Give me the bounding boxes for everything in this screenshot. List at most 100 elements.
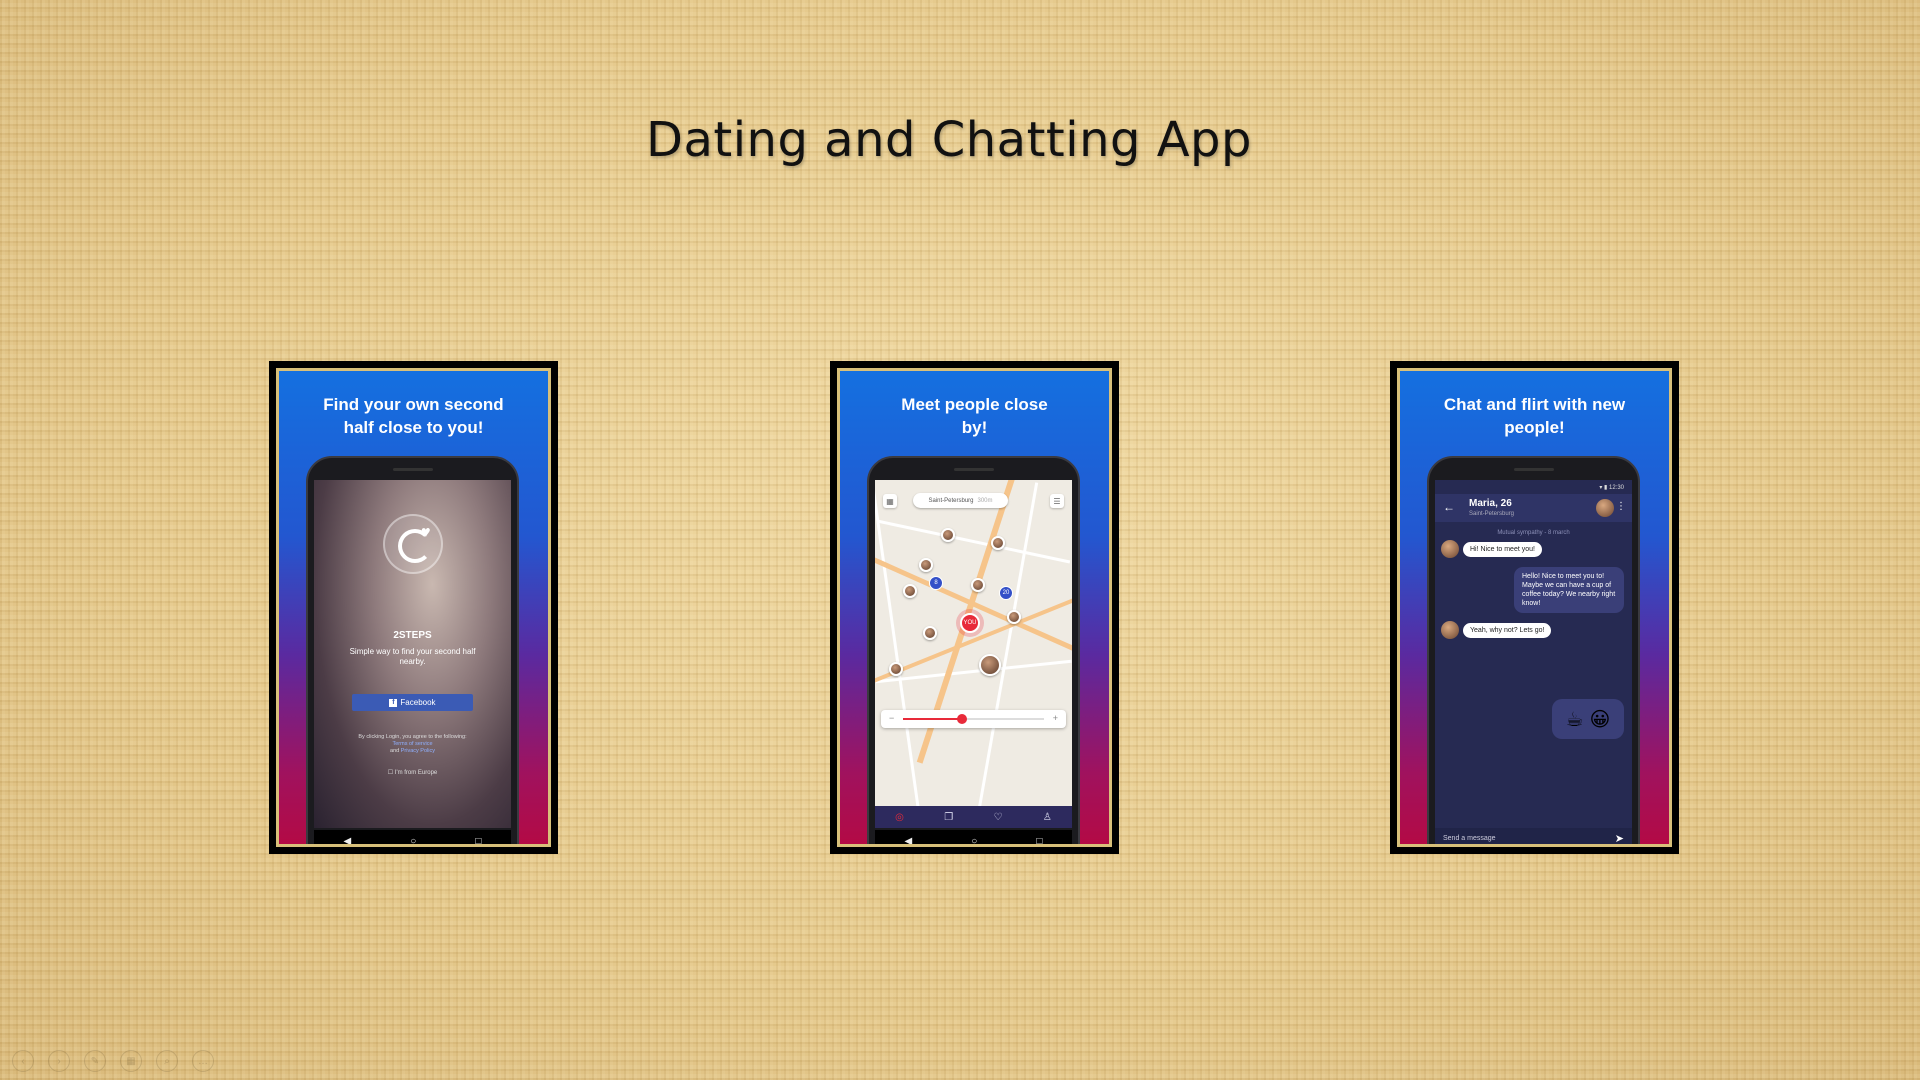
filter-icon[interactable]: ☰	[1050, 494, 1064, 508]
user-pin[interactable]	[919, 558, 933, 572]
profile-tab-icon[interactable]: ♙	[1043, 812, 1052, 823]
heart-icon: ♥	[421, 524, 431, 541]
outgoing-message: Hello! Nice to meet you to! Maybe we can…	[1514, 567, 1624, 613]
emoji-message: ☕ 😀	[1552, 699, 1624, 739]
more-options-icon[interactable]: …	[192, 1050, 214, 1072]
battery-icon: ▮	[1604, 485, 1608, 491]
login-screen: ♥ 2STEPS Simple way to find your second …	[314, 480, 511, 828]
wifi-icon: ▾	[1599, 485, 1603, 491]
day-separator: Mutual sympathy - 8 march	[1497, 530, 1570, 536]
screenshot-panel-login: Find your own second half close to you! …	[269, 361, 558, 854]
map-street	[974, 482, 1039, 826]
panel-heading: Chat and flirt with new people!	[1443, 395, 1626, 437]
europe-checkbox[interactable]: ☐ I'm from Europe	[314, 769, 511, 776]
city-distance: 300m	[977, 497, 993, 504]
home-nav-icon[interactable]: ○	[971, 836, 977, 845]
map-street	[875, 481, 923, 827]
chat-tab-icon[interactable]: ♡	[994, 812, 1003, 823]
zoom-icon[interactable]: ⌕	[156, 1050, 178, 1072]
facebook-icon: f	[389, 698, 398, 707]
incoming-message: Hi! Nice to meet you!	[1463, 542, 1542, 557]
app-logo-icon: ♥	[382, 514, 443, 574]
city-selector[interactable]: Saint-Petersburg 300m	[913, 493, 1008, 508]
panel-heading: Find your own second half close to you!	[323, 395, 504, 437]
phone-mockup: ♥ 2STEPS Simple way to find your second …	[306, 456, 519, 845]
user-pin[interactable]	[941, 528, 955, 542]
coffee-emoji: ☕	[1565, 708, 1584, 731]
avatar[interactable]	[1596, 499, 1614, 517]
previous-slide-icon[interactable]: ‹	[12, 1050, 34, 1072]
map-screen: ▦ Saint-Petersburg 300m ☰ 8 20 YOU − + ◎…	[875, 480, 1072, 828]
app-brand-name: 2STEPS	[393, 630, 432, 641]
send-icon[interactable]: ➤	[1615, 832, 1624, 844]
cards-tab-icon[interactable]: ❐	[944, 812, 953, 823]
back-nav-icon[interactable]: ◀	[905, 836, 913, 845]
phone-mockup: ▾ ▮ 12:30 ← Maria, 26 Saint-Petersburg ⋮…	[1427, 456, 1640, 844]
incoming-message: Yeah, why not? Lets go!	[1463, 623, 1552, 638]
user-pin[interactable]	[971, 578, 985, 592]
android-nav-bar: ◀ ○ □	[314, 830, 511, 845]
avatar	[1441, 540, 1459, 558]
terms-link[interactable]: Terms of service	[328, 741, 497, 748]
current-location-pin[interactable]: YOU	[960, 613, 980, 633]
slider-track[interactable]	[903, 714, 1044, 724]
next-slide-icon[interactable]: ›	[48, 1050, 70, 1072]
app-tagline: Simple way to find your second half near…	[349, 647, 476, 666]
avatar	[1441, 621, 1459, 639]
grid-view-icon[interactable]: ▦	[883, 494, 897, 508]
chat-header: ← Maria, 26 Saint-Petersburg ⋮	[1435, 494, 1632, 522]
app-tab-bar: ◎ ❐ ♡ ♙	[875, 806, 1072, 828]
user-pin[interactable]	[991, 536, 1005, 550]
legal-notice: By clicking Login, you agree to the foll…	[328, 734, 497, 755]
chat-screen: ▾ ▮ 12:30 ← Maria, 26 Saint-Petersburg ⋮…	[1435, 480, 1632, 844]
recent-nav-icon[interactable]: □	[475, 836, 481, 845]
slider-fill	[903, 718, 963, 720]
smile-emoji: 😀	[1589, 708, 1611, 731]
facebook-button-label: Facebook	[400, 698, 436, 707]
phone-speaker	[953, 468, 994, 471]
map-road	[875, 553, 1072, 652]
zoom-minus-icon[interactable]: −	[889, 713, 894, 723]
phone-mockup: ▦ Saint-Petersburg 300m ☰ 8 20 YOU − + ◎…	[867, 456, 1080, 845]
screenshot-panel-map: Meet people close by! ▦ Saint-Petersburg…	[830, 361, 1119, 854]
radar-tab-icon[interactable]: ◎	[895, 812, 904, 823]
more-options-icon[interactable]: ⋮	[1616, 501, 1626, 512]
message-composer: Send a message ➤	[1435, 828, 1632, 844]
phone-speaker	[392, 468, 433, 471]
back-arrow-icon[interactable]: ←	[1443, 500, 1455, 514]
user-pin[interactable]	[903, 584, 917, 598]
panel-gradient-background: Find your own second half close to you! …	[276, 368, 551, 847]
privacy-link[interactable]: Privacy Policy	[401, 748, 435, 754]
user-pin[interactable]	[889, 662, 903, 676]
slider-knob[interactable]	[957, 714, 968, 724]
europe-checkbox-label: I'm from Europe	[394, 770, 438, 776]
recent-nav-icon[interactable]: □	[1036, 836, 1042, 845]
user-pin[interactable]	[979, 654, 1001, 676]
message-input[interactable]: Send a message	[1443, 835, 1496, 842]
facebook-login-button[interactable]: f Facebook	[352, 694, 473, 711]
cluster-pin[interactable]: 8	[929, 576, 943, 590]
cluster-pin[interactable]: 20	[999, 586, 1013, 600]
panel-gradient-background: Chat and flirt with new people! ▾ ▮ 12:3…	[1397, 368, 1672, 847]
home-nav-icon[interactable]: ○	[410, 836, 416, 845]
panel-heading: Meet people close by!	[901, 395, 1048, 437]
city-name: Saint-Petersburg	[928, 497, 974, 504]
distance-slider[interactable]: − +	[881, 710, 1066, 728]
status-bar: ▾ ▮ 12:30	[1599, 484, 1624, 491]
zoom-plus-icon[interactable]: +	[1053, 713, 1058, 723]
android-nav-bar: ◀ ○ □	[875, 830, 1072, 845]
legal-text: By clicking Login, you agree to the foll…	[358, 734, 467, 740]
phone-speaker	[1513, 468, 1554, 471]
user-pin[interactable]	[923, 626, 937, 640]
checkbox-icon: ☐	[387, 770, 394, 776]
panel-gradient-background: Meet people close by! ▦ Saint-Petersburg…	[837, 368, 1112, 847]
pen-icon[interactable]: ✎	[84, 1050, 106, 1072]
slides-grid-icon[interactable]: ▦	[120, 1050, 142, 1072]
user-pin[interactable]	[1007, 610, 1021, 624]
back-nav-icon[interactable]: ◀	[344, 836, 352, 845]
map-street	[875, 659, 1072, 684]
status-time: 12:30	[1608, 485, 1624, 491]
legal-and: and	[390, 748, 400, 754]
slide-title: Dating and Chatting App	[646, 112, 1252, 168]
contact-name: Maria, 26	[1469, 498, 1512, 509]
